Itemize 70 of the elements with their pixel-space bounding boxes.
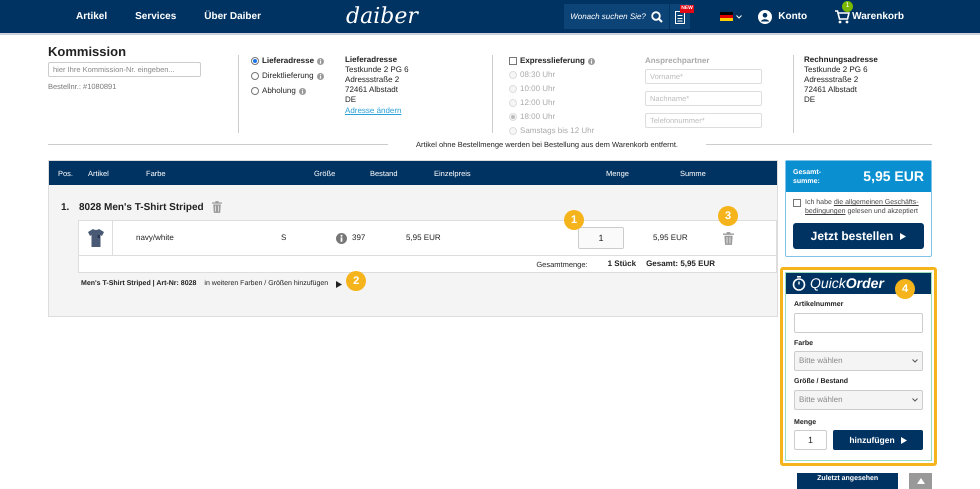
stopwatch-icon [792,276,806,292]
quick-order-title: QuickOrder [810,274,884,294]
address-line: 72461 Albstadt [804,85,858,95]
article-number-field[interactable] [794,312,923,333]
info-icon [298,88,306,94]
order-now-button[interactable]: Jetzt bestellen [793,223,924,250]
step-marker: 1 [564,210,584,230]
logo[interactable]: daiber [346,6,418,28]
step-marker: 3 [718,206,738,226]
up-arrow-icon [916,478,925,484]
contact-person-title: Ansprechpartner [645,55,710,67]
total-quantity: 1 Stück [608,258,636,270]
address-line: DE [804,95,816,105]
address-line: Adressstraße 2 [804,75,860,85]
checkbox[interactable] [509,57,517,65]
stock-count: 397 [352,232,366,244]
info-icon [317,58,324,64]
delivery-option-label[interactable]: Lieferadresse [262,55,314,67]
address-line: DE [345,95,358,105]
play-arrow-icon [900,232,906,240]
info-icon [588,58,595,64]
info-icon[interactable] [336,232,347,244]
nav-link[interactable]: Über Daiber [204,9,261,24]
chevron-down-icon [912,398,918,402]
t-shirt-image [88,229,104,248]
scroll-to-top-button[interactable] [909,473,932,489]
cart-link[interactable]: Warenkorb [852,9,904,24]
address-line: Testkunde 2 PG 6 [345,65,410,75]
account-link[interactable]: Konto [778,9,808,24]
trash-icon[interactable] [212,201,222,214]
quick-quantity-field[interactable]: 1 [794,430,827,450]
user-icon[interactable] [758,10,772,24]
play-arrow-icon [900,436,907,444]
nav-link[interactable]: Artikel [76,9,108,24]
product-color: navy/white [135,232,175,244]
delivery-address-title: Lieferadresse [345,55,398,65]
radio-button[interactable] [251,87,259,95]
commission-title: Kommission [48,44,128,60]
unit-price: 5,95 EUR [406,232,442,244]
delivery-option-label[interactable]: Abholung [262,85,296,97]
total-sum-amount: 5,95 EUR [863,167,924,186]
add-button[interactable]: hinzufügen [833,430,923,450]
step-marker: 2 [346,271,366,291]
trash-icon[interactable] [723,232,734,245]
checkbox[interactable] [793,199,801,208]
chevron-down-icon [912,359,918,364]
shopping-cart-icon[interactable] [835,10,850,24]
search-icon[interactable] [651,10,664,22]
play-arrow-icon [336,281,342,288]
product-size: S [281,232,288,244]
german-flag-icon[interactable] [720,12,734,21]
express-delivery-label[interactable]: Expresslieferung [520,55,585,67]
line-total: 5,95 EUR [653,232,689,244]
address-line: Testkunde 2 PG 6 [804,65,869,75]
address-line: Adressstraße 2 [345,75,400,85]
radio-button[interactable] [251,57,259,65]
search-field[interactable]: Wonach suchen Sie? [564,4,670,29]
quantity-field[interactable]: 1 [578,227,624,250]
billing-address-title: Rechnungsadresse [804,55,878,65]
nav-link[interactable]: Services [135,9,176,24]
address-line: 72461 Albstadt [345,85,399,95]
total-price: Gesamt: 5,95 EUR [646,258,715,270]
radio-button[interactable] [251,72,259,80]
chevron-down-icon[interactable] [736,14,742,18]
delivery-option-label[interactable]: Direktlieferung [262,70,314,82]
clipboard-icon[interactable] [675,10,686,24]
info-icon [316,72,324,80]
step-marker: 4 [895,279,915,300]
position-number: 1. [61,200,70,215]
product-title: 8028 Men's T-Shirt Striped [79,200,204,215]
